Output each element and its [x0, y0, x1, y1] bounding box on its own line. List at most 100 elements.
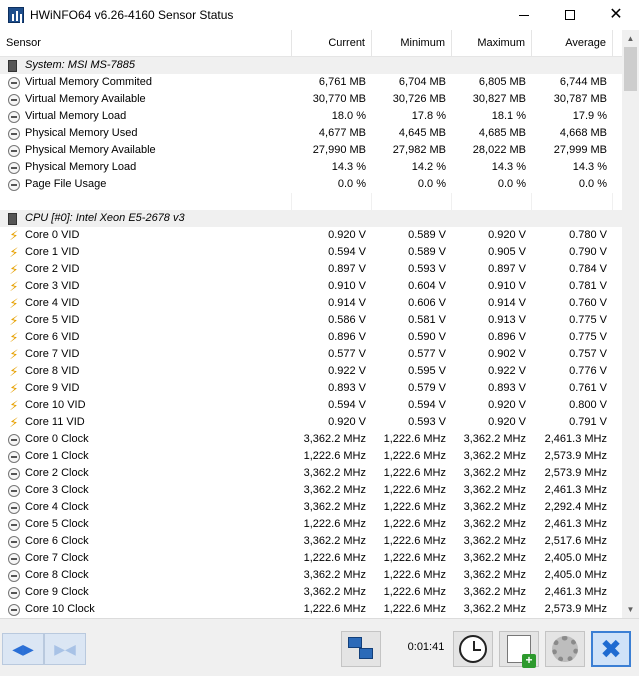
- sensor-value-avg: 2,573.9 MHz: [544, 467, 607, 479]
- gauge-icon: [8, 586, 20, 599]
- sensor-value-avg: 2,461.3 MHz: [544, 433, 607, 445]
- column-header-minimum[interactable]: Minimum: [372, 30, 452, 56]
- table-row[interactable]: ⚡ Core 7 VID 0.577 V 0.577 V 0.902 V 0.757 V: [0, 346, 622, 363]
- table-row[interactable]: ⚡ Core 5 VID 0.586 V 0.581 V 0.913 V 0.775 V: [0, 312, 622, 329]
- table-row[interactable]: ⚡ Core 2 VID 0.897 V 0.593 V 0.897 V 0.784 V: [0, 261, 622, 278]
- table-row[interactable]: Core 9 Clock 3,362.2 MHz 1,222.6 MHz 3,362.…: [0, 584, 622, 601]
- gauge-icon: [8, 433, 20, 446]
- maximize-button[interactable]: [547, 0, 593, 30]
- sensor-value-cur: 3,362.2 MHz: [303, 535, 366, 547]
- column-header-sensor[interactable]: Sensor: [0, 30, 292, 56]
- table-row[interactable]: ⚡ Core 1 VID 0.594 V 0.589 V 0.905 V 0.790 V: [0, 244, 622, 261]
- table-row[interactable]: Core 5 Clock 1,222.6 MHz 1,222.6 MHz 3,362.…: [0, 516, 622, 533]
- spacer-row: [0, 193, 622, 210]
- table-row[interactable]: ⚡ Core 4 VID 0.914 V 0.606 V 0.914 V 0.760 V: [0, 295, 622, 312]
- column-header-average[interactable]: Average: [532, 30, 613, 56]
- sensor-group-row[interactable]: CPU [#0]: Intel Xeon E5-2678 v3: [0, 210, 622, 227]
- sensor-value-cur: 0.896 V: [328, 331, 366, 343]
- table-row[interactable]: Core 4 Clock 3,362.2 MHz 1,222.6 MHz 3,362.…: [0, 499, 622, 516]
- table-row[interactable]: Virtual Memory Load 18.0 % 17.8 % 18.1 % 17.…: [0, 108, 622, 125]
- sensor-value-cur: 0.893 V: [328, 382, 366, 394]
- table-row[interactable]: ⚡ Core 6 VID 0.896 V 0.590 V 0.896 V 0.775 V: [0, 329, 622, 346]
- sensor-value-cur: 0.922 V: [328, 365, 366, 377]
- sensor-table[interactable]: Sensor Current Minimum Maximum Average S…: [0, 30, 622, 618]
- sensor-name: Core 9 VID: [25, 382, 80, 394]
- table-row[interactable]: Core 10 Clock 1,222.6 MHz 1,222.6 MHz 3,362…: [0, 601, 622, 618]
- sensor-name: Core 4 Clock: [25, 501, 89, 513]
- settings-button[interactable]: [545, 631, 585, 667]
- sensor-value-max: 0.914 V: [488, 297, 526, 309]
- sensor-name: Core 2 Clock: [25, 467, 89, 479]
- table-row[interactable]: Core 6 Clock 3,362.2 MHz 1,222.6 MHz 3,362.…: [0, 533, 622, 550]
- sensor-value-max: 0.913 V: [488, 314, 526, 326]
- gauge-icon: [8, 76, 20, 89]
- sensor-name: Core 10 Clock: [25, 603, 95, 615]
- sensor-value-cur: 1,222.6 MHz: [303, 518, 366, 530]
- nav-forward-button[interactable]: ▶◀: [44, 633, 86, 665]
- column-header-maximum[interactable]: Maximum: [452, 30, 532, 56]
- sensor-value-max: 28,022 MB: [472, 144, 526, 156]
- minimize-button[interactable]: [501, 0, 547, 30]
- clock-reset-button[interactable]: [453, 631, 493, 667]
- sensor-name: Core 5 VID: [25, 314, 80, 326]
- sensor-value-max: 3,362.2 MHz: [463, 433, 526, 445]
- sensor-group-row[interactable]: System: MSI MS-7885: [0, 57, 622, 74]
- scroll-up-icon[interactable]: ▲: [622, 30, 639, 47]
- sensor-name: Core 3 VID: [25, 280, 80, 292]
- nav-back-button[interactable]: ◀▶: [2, 633, 44, 665]
- sensor-value-min: 14.2 %: [411, 161, 446, 173]
- network-button[interactable]: [341, 631, 381, 667]
- table-row[interactable]: Page File Usage 0.0 % 0.0 % 0.0 % 0.0 %: [0, 176, 622, 193]
- sensor-name: Core 0 VID: [25, 229, 80, 241]
- nav-forward-icon: ▶◀: [54, 640, 76, 657]
- table-row[interactable]: Virtual Memory Commited 6,761 MB 6,704 MB 6…: [0, 74, 622, 91]
- scroll-down-icon[interactable]: ▼: [622, 601, 639, 618]
- sensor-value-avg: 17.9 %: [572, 110, 607, 122]
- table-row[interactable]: Physical Memory Load 14.3 % 14.2 % 14.3 % 14…: [0, 159, 622, 176]
- sensor-name: Core 6 VID: [25, 331, 80, 343]
- sensor-value-avg: 0.791 V: [569, 416, 607, 428]
- sensor-value-cur: 1,222.6 MHz: [303, 450, 366, 462]
- sensor-value-min: 6,704 MB: [398, 76, 446, 88]
- sensor-value-min: 0.589 V: [408, 229, 446, 241]
- table-row[interactable]: Physical Memory Available 27,990 MB 27,982…: [0, 142, 622, 159]
- sensor-value-max: 0.897 V: [488, 263, 526, 275]
- sensor-value-cur: 3,362.2 MHz: [303, 484, 366, 496]
- sensor-value-cur: 3,362.2 MHz: [303, 467, 366, 479]
- sensor-value-min: 0.604 V: [408, 280, 446, 292]
- scrollbar-thumb[interactable]: [624, 47, 637, 91]
- table-row[interactable]: Core 7 Clock 1,222.6 MHz 1,222.6 MHz 3,362.…: [0, 550, 622, 567]
- table-row[interactable]: Core 2 Clock 3,362.2 MHz 1,222.6 MHz 3,362.…: [0, 465, 622, 482]
- sensor-value-avg: 4,668 MB: [559, 127, 607, 139]
- sensor-name: Core 0 Clock: [25, 433, 89, 445]
- table-row[interactable]: Core 3 Clock 3,362.2 MHz 1,222.6 MHz 3,362.…: [0, 482, 622, 499]
- table-row[interactable]: ⚡ Core 9 VID 0.893 V 0.579 V 0.893 V 0.761 V: [0, 380, 622, 397]
- sensor-value-avg: 0.800 V: [569, 399, 607, 411]
- sensor-name: Core 10 VID: [25, 399, 86, 411]
- sensor-value-max: 0.920 V: [488, 229, 526, 241]
- sensor-value-cur: 0.897 V: [328, 263, 366, 275]
- sensor-value-avg: 0.781 V: [569, 280, 607, 292]
- table-row[interactable]: Core 0 Clock 3,362.2 MHz 1,222.6 MHz 3,362.…: [0, 431, 622, 448]
- gauge-icon: [8, 450, 20, 463]
- table-row[interactable]: ⚡ Core 3 VID 0.910 V 0.604 V 0.910 V 0.781 V: [0, 278, 622, 295]
- vertical-scrollbar[interactable]: ▲ ▼: [622, 30, 639, 618]
- table-row[interactable]: ⚡ Core 0 VID 0.920 V 0.589 V 0.920 V 0.780 V: [0, 227, 622, 244]
- window-controls: ✕: [501, 0, 639, 30]
- sensor-value-min: 30,726 MB: [392, 93, 446, 105]
- table-row[interactable]: ⚡ Core 10 VID 0.594 V 0.594 V 0.920 V 0.800 V: [0, 397, 622, 414]
- table-row[interactable]: Physical Memory Used 4,677 MB 4,645 MB 4,68…: [0, 125, 622, 142]
- voltage-icon: ⚡: [9, 414, 19, 430]
- sensor-group-label: CPU [#0]: Intel Xeon E5-2678 v3: [25, 212, 185, 224]
- table-row[interactable]: ⚡ Core 11 VID 0.920 V 0.593 V 0.920 V 0.791 V: [0, 414, 622, 431]
- add-report-button[interactable]: [499, 631, 539, 668]
- table-row[interactable]: Core 1 Clock 1,222.6 MHz 1,222.6 MHz 3,362.…: [0, 448, 622, 465]
- sensor-value-min: 1,222.6 MHz: [383, 603, 446, 615]
- table-row[interactable]: Core 8 Clock 3,362.2 MHz 1,222.6 MHz 3,362.…: [0, 567, 622, 584]
- table-row[interactable]: ⚡ Core 8 VID 0.922 V 0.595 V 0.922 V 0.776 V: [0, 363, 622, 380]
- close-window-button[interactable]: ✕: [593, 0, 639, 30]
- table-row[interactable]: Virtual Memory Available 30,770 MB 30,726 …: [0, 91, 622, 108]
- column-header-current[interactable]: Current: [292, 30, 372, 56]
- close-sensors-button[interactable]: ✖: [591, 631, 631, 667]
- sensor-value-cur: 0.594 V: [328, 246, 366, 258]
